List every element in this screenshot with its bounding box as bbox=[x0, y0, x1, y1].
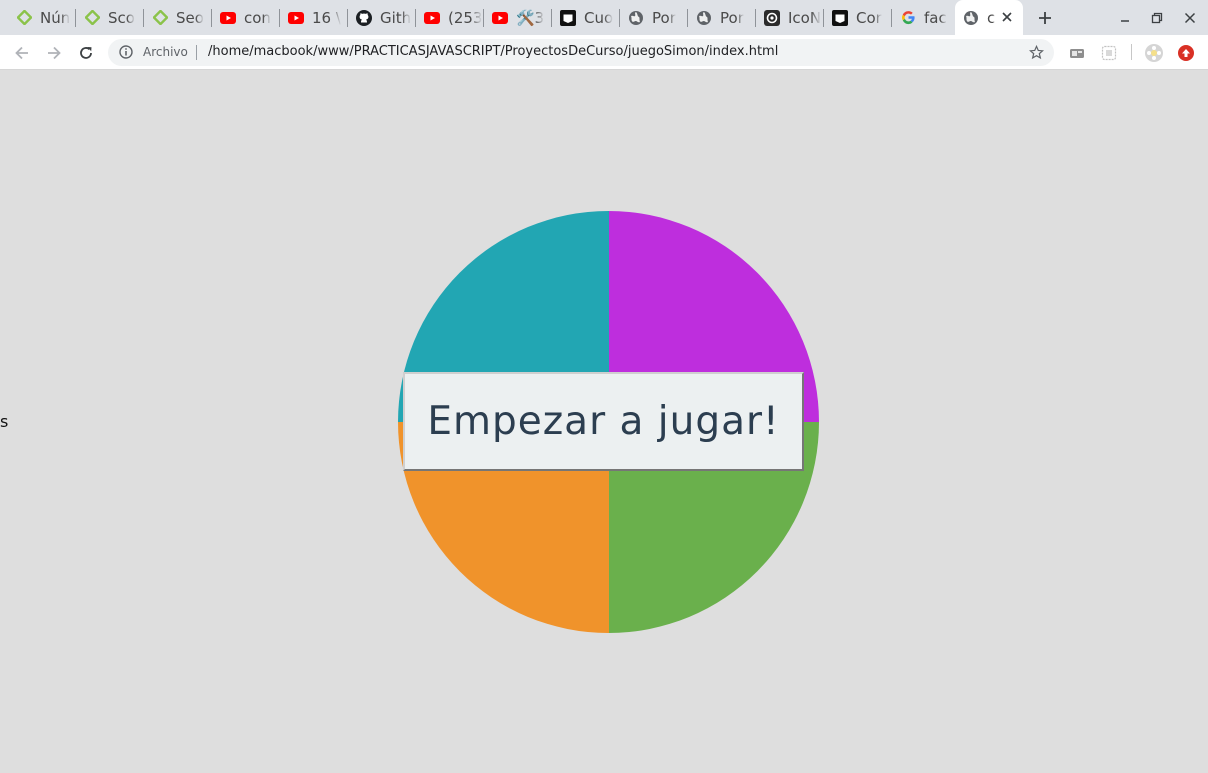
side-text: s bbox=[0, 412, 9, 431]
browser-tab[interactable]: Seo bbox=[144, 0, 212, 35]
update-icon[interactable] bbox=[1177, 44, 1195, 62]
green-diamond-icon bbox=[152, 10, 168, 26]
tab-title: Gith bbox=[380, 8, 412, 27]
omnibox-divider bbox=[196, 45, 197, 60]
minimize-window-button[interactable] bbox=[1115, 8, 1135, 28]
green-diamond-icon bbox=[16, 10, 32, 26]
youtube-icon bbox=[220, 10, 236, 26]
tab-title: con bbox=[244, 8, 271, 27]
screen-reader-extension-icon[interactable] bbox=[1068, 44, 1086, 62]
browser-tab[interactable]: Cuo bbox=[552, 0, 620, 35]
icomoon-icon bbox=[764, 9, 780, 26]
browser-tab[interactable]: Sco bbox=[76, 0, 144, 35]
forward-button[interactable] bbox=[44, 43, 64, 63]
tab-title: Por bbox=[720, 8, 744, 27]
browser-tab[interactable]: (253 bbox=[416, 0, 484, 35]
reload-button[interactable] bbox=[76, 43, 96, 63]
browser-tab[interactable]: fac bbox=[892, 0, 954, 35]
tab-title: Sco bbox=[108, 8, 135, 27]
toolbar-separator bbox=[1131, 44, 1132, 60]
google-icon bbox=[900, 10, 916, 26]
browser-tab[interactable]: IcoN bbox=[756, 0, 824, 35]
profile-avatar[interactable] bbox=[1145, 44, 1163, 62]
browser-toolbar: Archivo /home/macbook/www/PRACTICASJAVAS… bbox=[0, 35, 1208, 70]
address-bar[interactable]: Archivo /home/macbook/www/PRACTICASJAVAS… bbox=[108, 39, 1054, 66]
codepen-icon bbox=[560, 9, 576, 26]
tab-strip: Nún Sco Seo con 16 \ Gith (253 🛠️3 Cuo P… bbox=[0, 0, 1208, 35]
browser-tab[interactable]: Nún bbox=[8, 0, 76, 35]
youtube-icon bbox=[492, 10, 508, 26]
start-game-button[interactable]: Empezar a jugar! bbox=[403, 372, 804, 471]
green-diamond-icon bbox=[84, 10, 100, 26]
tab-title: Nún bbox=[40, 8, 71, 27]
tab-title: (253 bbox=[448, 8, 483, 27]
tab-title: 16 \ bbox=[312, 8, 341, 27]
tab-title: fac bbox=[924, 8, 947, 27]
youtube-icon bbox=[424, 10, 440, 26]
tab-title: Seo bbox=[176, 8, 204, 27]
github-icon bbox=[356, 9, 372, 26]
codepen-icon bbox=[832, 9, 848, 26]
site-info-icon[interactable] bbox=[118, 44, 134, 60]
tab-title: Por bbox=[652, 8, 676, 27]
tab-title: Cor bbox=[856, 8, 882, 27]
browser-tab[interactable]: 🛠️3 bbox=[484, 0, 552, 35]
new-tab-button[interactable] bbox=[1034, 7, 1056, 29]
globe-icon bbox=[696, 10, 712, 26]
bookmark-star-icon[interactable] bbox=[1028, 44, 1044, 60]
tab-title: 🛠️3 bbox=[516, 8, 545, 27]
browser-tab[interactable]: 16 \ bbox=[280, 0, 348, 35]
close-window-button[interactable] bbox=[1180, 8, 1200, 28]
tab-title: c bbox=[987, 8, 996, 27]
back-button[interactable] bbox=[12, 43, 32, 63]
close-tab-icon[interactable] bbox=[999, 9, 1015, 25]
browser-tab[interactable]: Gith bbox=[348, 0, 416, 35]
tab-title: Cuo bbox=[584, 8, 614, 27]
url-text[interactable]: /home/macbook/www/PRACTICASJAVASCRIPT/Pr… bbox=[208, 44, 778, 59]
scheme-label: Archivo bbox=[143, 45, 188, 59]
browser-tab[interactable]: con bbox=[212, 0, 280, 35]
browser-tab-active[interactable]: c bbox=[955, 0, 1023, 35]
browser-tab[interactable]: Cor bbox=[824, 0, 892, 35]
extension-puzzle-icon[interactable] bbox=[1100, 44, 1118, 62]
globe-icon bbox=[628, 10, 644, 26]
globe-icon bbox=[963, 10, 979, 26]
browser-tab[interactable]: Por bbox=[620, 0, 688, 35]
browser-tab[interactable]: Por bbox=[688, 0, 756, 35]
restore-window-button[interactable] bbox=[1147, 8, 1167, 28]
tab-title: IcoN bbox=[788, 8, 822, 27]
youtube-icon bbox=[288, 10, 304, 26]
